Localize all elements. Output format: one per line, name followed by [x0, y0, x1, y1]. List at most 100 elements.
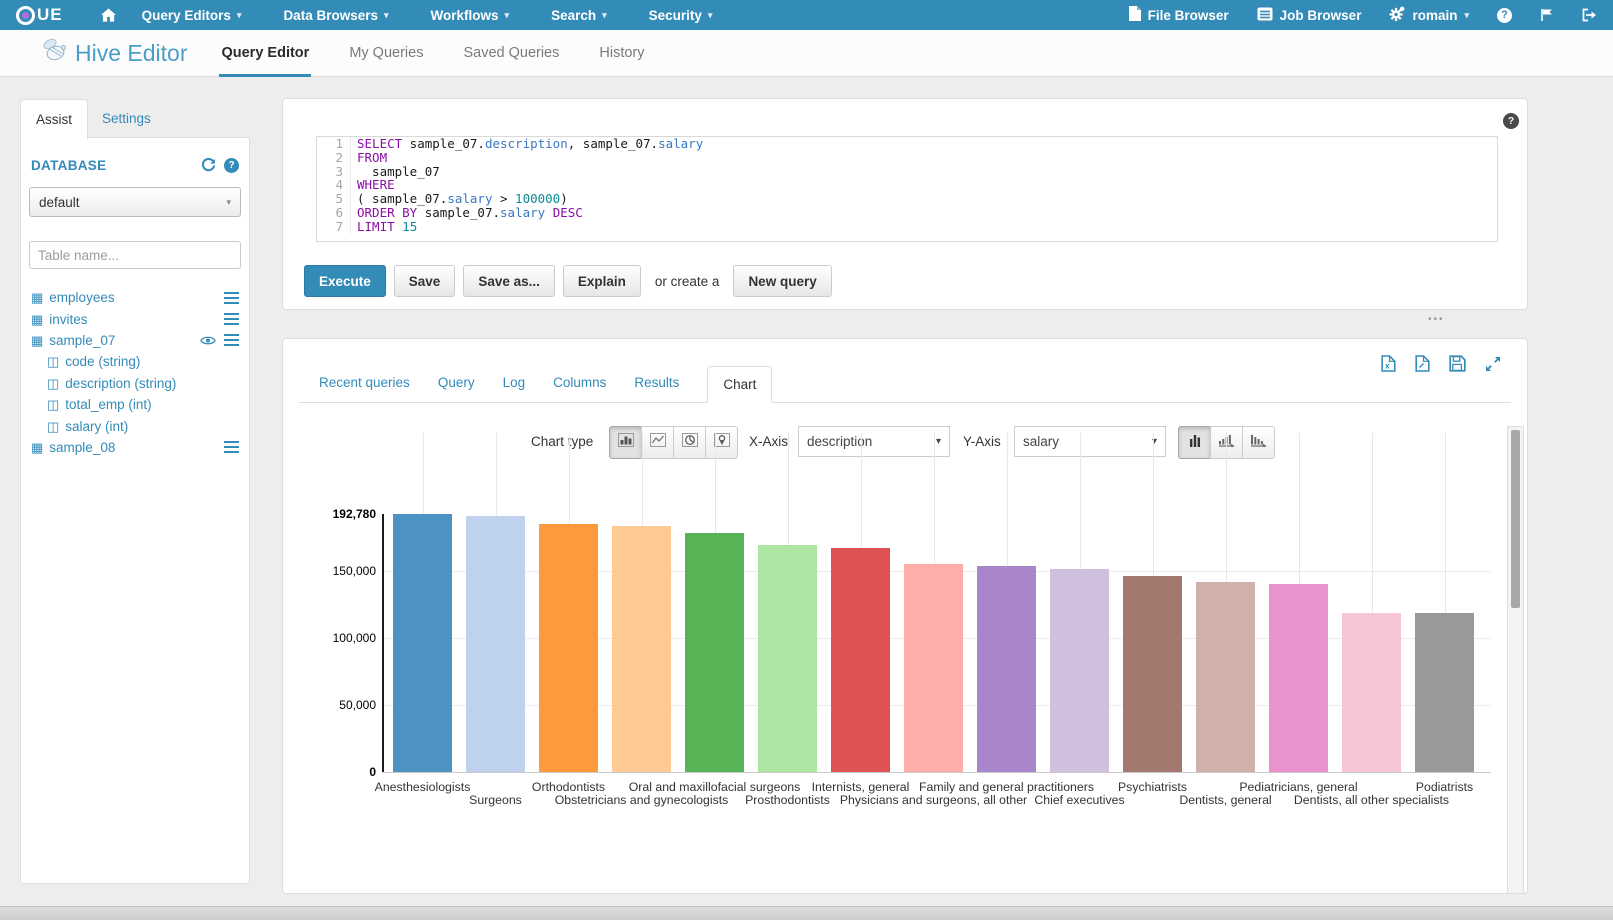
- bar-prosthodontists[interactable]: [758, 545, 817, 772]
- job-browser-link[interactable]: Job Browser: [1257, 7, 1362, 24]
- app-header: Hive Editor Query Editor My Queries Saved …: [0, 30, 1613, 77]
- bar-physicians-and-surgeons-all-other[interactable]: [904, 564, 963, 772]
- user-menu[interactable]: romain ▾: [1389, 6, 1469, 24]
- tab-settings-label: Settings: [102, 111, 151, 126]
- bar-obstetricians-and-gynecologists[interactable]: [612, 526, 671, 772]
- menu-search[interactable]: Search▾: [551, 8, 607, 23]
- gears-icon: [1389, 6, 1405, 24]
- hue-logo[interactable]: UE: [16, 5, 63, 25]
- table-menu-icon[interactable]: [224, 292, 239, 304]
- line-number: 2: [317, 151, 351, 165]
- code-lines: 1SELECT sample_07.description, sample_07…: [317, 137, 1497, 234]
- flag-icon[interactable]: [1540, 8, 1554, 22]
- bar-internists-general[interactable]: [831, 548, 890, 772]
- column-icon: ◫: [47, 420, 59, 433]
- execute-button[interactable]: Execute: [304, 265, 386, 297]
- tab-query-editor[interactable]: Query Editor: [219, 30, 311, 76]
- table-menu-icon[interactable]: [224, 334, 239, 346]
- bar-family-and-general-practitioners[interactable]: [977, 566, 1036, 772]
- y-tick-150-000: 150,000: [288, 564, 376, 578]
- chevron-down-icon: ▾: [505, 10, 510, 21]
- table-row-sample-08[interactable]: ▦sample_08: [29, 437, 241, 458]
- menu-label: Workflows: [431, 8, 499, 23]
- line-number: 7: [317, 220, 351, 234]
- navbar-right: File Browser Job Browser romain ▾ ?: [1129, 6, 1597, 24]
- bar-pediatricians-general[interactable]: [1269, 584, 1328, 772]
- x-axis-label-podiatrists: Podiatrists: [1330, 780, 1560, 794]
- bar-dentists-general[interactable]: [1196, 582, 1255, 772]
- column-row-description-string[interactable]: ◫description (string): [29, 373, 241, 394]
- hue-app: UE Query Editors▾Data Browsers▾Workflows…: [0, 0, 1613, 920]
- explain-label: Explain: [578, 274, 626, 289]
- code-line-3: 3 sample_07: [317, 165, 1497, 179]
- line-number: 3: [317, 165, 351, 179]
- code-line-6: 6ORDER BY sample_07.salary DESC: [317, 206, 1497, 220]
- database-select[interactable]: default ▾: [29, 187, 241, 217]
- menu-security[interactable]: Security▾: [649, 8, 713, 23]
- column-row-code-string[interactable]: ◫code (string): [29, 351, 241, 372]
- help-icon[interactable]: ?: [1497, 8, 1512, 23]
- column-row-salary-int[interactable]: ◫salary (int): [29, 415, 241, 436]
- scrollbar-thumb[interactable]: [1511, 430, 1520, 608]
- hive-editor-brand[interactable]: Hive Editor: [40, 37, 187, 69]
- code-token: sample_07.: [402, 136, 485, 151]
- bar-psychiatrists[interactable]: [1123, 576, 1182, 772]
- app-title: Hive Editor: [75, 40, 187, 67]
- y-tick-100-000: 100,000: [288, 631, 376, 645]
- table-row-sample-07[interactable]: ▦sample_07: [29, 330, 241, 351]
- menu-query-editors[interactable]: Query Editors▾: [142, 8, 242, 23]
- code-line-4: 4WHERE: [317, 178, 1497, 192]
- column-name: code (string): [65, 354, 140, 369]
- tab-assist[interactable]: Assist: [20, 99, 88, 139]
- bar-chief-executives[interactable]: [1050, 569, 1109, 772]
- code-line-2: 2 FROM: [317, 151, 1497, 165]
- bar-podiatrists[interactable]: [1415, 613, 1474, 772]
- home-icon[interactable]: [101, 8, 116, 22]
- tab-history[interactable]: History: [597, 30, 646, 76]
- code-token: description: [485, 136, 568, 151]
- job-browser-label: Job Browser: [1280, 8, 1362, 23]
- database-help-icon[interactable]: ?: [224, 158, 239, 173]
- menu-data-browsers[interactable]: Data Browsers▾: [283, 8, 388, 23]
- table-filter-input[interactable]: [29, 241, 241, 269]
- menu-workflows[interactable]: Workflows ▾: [431, 8, 510, 23]
- tab-my-queries[interactable]: My Queries: [347, 30, 425, 76]
- new-query-button[interactable]: New query: [733, 265, 831, 297]
- file-browser-link[interactable]: File Browser: [1129, 6, 1229, 24]
- tab-saved-queries[interactable]: Saved Queries: [461, 30, 561, 76]
- column-row-total-emp-int[interactable]: ◫ total_emp (int): [29, 394, 241, 415]
- save-button[interactable]: Save: [394, 265, 456, 297]
- tab-label: My Queries: [349, 45, 423, 61]
- save-as-button[interactable]: Save as...: [463, 265, 555, 297]
- bar-orthodontists[interactable]: [539, 524, 598, 772]
- explain-button[interactable]: Explain: [563, 265, 641, 297]
- sign-out-icon[interactable]: [1582, 8, 1597, 22]
- bar-oral-and-maxillofacial-surgeons[interactable]: [685, 533, 744, 772]
- sql-code-editor[interactable]: 1SELECT sample_07.description, sample_07…: [316, 136, 1498, 242]
- bar-anesthesiologists[interactable]: [393, 514, 452, 772]
- tab-settings[interactable]: Settings: [102, 99, 151, 137]
- chevron-down-icon: ▾: [384, 10, 389, 21]
- code-token: ( sample_07.: [357, 191, 447, 206]
- line-number: 6: [317, 206, 351, 220]
- menu-label: Search: [551, 8, 596, 23]
- table-menu-icon[interactable]: [224, 441, 239, 453]
- bar-dentists-all-other-specialists[interactable]: [1342, 613, 1401, 772]
- table-row-invites[interactable]: ▦invites: [29, 308, 241, 329]
- panel-resize-handle[interactable]: •••: [1428, 314, 1445, 325]
- menu-label: Query Editors: [142, 8, 231, 23]
- code-token: ): [560, 191, 568, 206]
- save-label: Save: [409, 274, 441, 289]
- bar-surgeons[interactable]: [466, 516, 525, 772]
- code-token: FROM: [357, 150, 387, 165]
- query-editor-panel: ? 1SELECT sample_07.description, sample_…: [282, 98, 1528, 310]
- chart-scrollbar[interactable]: [1507, 426, 1524, 894]
- editor-help-icon[interactable]: ?: [1503, 113, 1519, 129]
- table-menu-icon[interactable]: [224, 313, 239, 325]
- eye-icon[interactable]: [200, 335, 216, 346]
- table-row-employees[interactable]: ▦employees: [29, 287, 241, 308]
- refresh-icon[interactable]: [201, 158, 216, 173]
- top-navbar: UE Query Editors▾Data Browsers▾Workflows…: [0, 0, 1613, 30]
- column-icon: ◫: [47, 398, 59, 411]
- column-name: total_emp (int): [65, 397, 151, 412]
